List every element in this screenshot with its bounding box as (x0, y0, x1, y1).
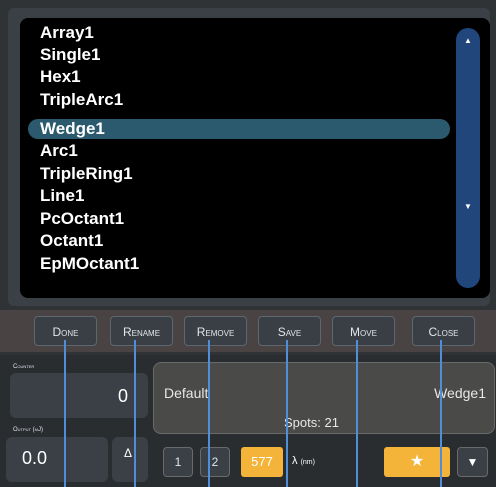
wavelength-unit: λ (nm) (292, 455, 315, 467)
dropdown-button[interactable]: ▼ (457, 447, 488, 477)
list-item[interactable]: Arc1 (40, 140, 78, 162)
guide-line (356, 340, 358, 487)
guide-line (64, 340, 66, 487)
list-item[interactable]: Line1 (40, 185, 84, 207)
list-item[interactable]: TripleArc1 (40, 89, 123, 111)
rename-button[interactable]: Rename (110, 316, 173, 346)
guide-line (440, 340, 442, 487)
list-item[interactable]: PcOctant1 (40, 208, 124, 230)
output-value: 0.0 (22, 448, 48, 468)
caret-down-icon: ▼ (466, 455, 479, 469)
delta-icon: Δ (124, 446, 133, 460)
counter-field[interactable]: 0 (10, 373, 148, 418)
wavelength-value[interactable]: 577 (241, 447, 283, 477)
pattern-list[interactable]: Array1 Single1 Hex1 TripleArc1 Wedge1 Ar… (20, 18, 490, 298)
list-item-selected[interactable]: Wedge1 (28, 119, 450, 139)
star-icon: ★ (409, 453, 425, 470)
guide-line (286, 340, 288, 487)
page-2-button[interactable]: 2 (200, 447, 230, 477)
list-item[interactable]: Hex1 (40, 66, 81, 88)
remove-button[interactable]: Remove (184, 316, 247, 346)
list-item[interactable]: Single1 (40, 44, 100, 66)
guide-line (134, 340, 136, 487)
counter-value: 0 (117, 386, 128, 406)
spots-count: Spots: 21 (284, 415, 339, 430)
page-1-button[interactable]: 1 (163, 447, 193, 477)
guide-line (208, 340, 210, 487)
list-item[interactable]: EpMOctant1 (40, 253, 139, 275)
close-button[interactable]: Close (412, 316, 475, 346)
output-label: Output (mJ) (13, 427, 43, 433)
list-scrollbar[interactable]: ▲ ▼ (456, 28, 480, 288)
list-item[interactable]: Array1 (40, 22, 94, 44)
caret-down-icon[interactable]: ▼ (456, 202, 480, 212)
list-item[interactable]: TripleRing1 (40, 163, 133, 185)
output-field[interactable]: 0.0 (6, 437, 108, 482)
pattern-info-panel: Default Wedge1 Spots: 21 (153, 362, 495, 434)
info-default: Default (164, 385, 209, 401)
counter-label: Counter (13, 364, 35, 370)
delta-button[interactable]: Δ (112, 437, 148, 482)
save-button[interactable]: Save (258, 316, 321, 346)
list-item[interactable]: Octant1 (40, 230, 103, 252)
caret-up-icon[interactable]: ▲ (456, 36, 480, 46)
move-button[interactable]: Move (332, 316, 395, 346)
